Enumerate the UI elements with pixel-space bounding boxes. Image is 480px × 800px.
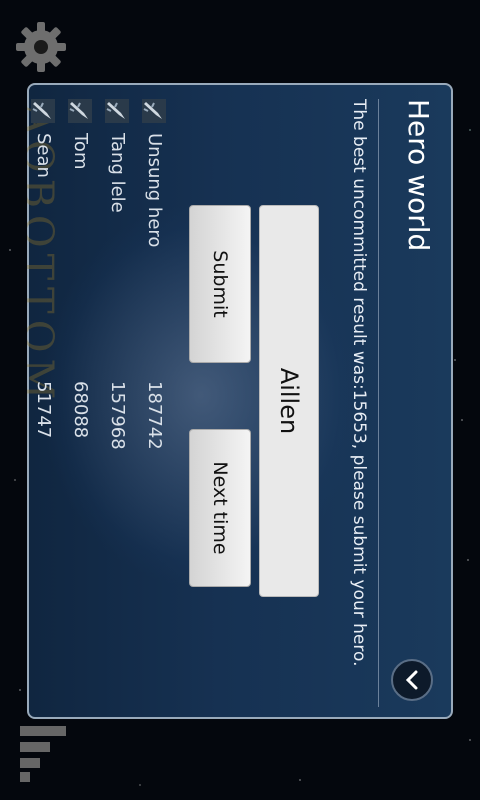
hero-score: 157968	[107, 381, 128, 450]
signal-bars-icon[interactable]	[18, 726, 68, 782]
hero-score: 187742	[144, 381, 165, 450]
settings-gear-icon[interactable]	[14, 20, 68, 74]
ship-icon	[105, 99, 130, 123]
leaderboard-row: Tang lele 157968	[99, 99, 136, 569]
chevron-down-icon	[405, 670, 418, 690]
ship-icon	[31, 99, 56, 123]
hero-name: Unsung hero	[144, 133, 165, 248]
next-time-button[interactable]: Next time	[189, 429, 251, 587]
ship-icon	[142, 99, 167, 123]
hero-name: Tang lele	[107, 133, 128, 213]
leaderboard-row: Sean 51747	[27, 99, 62, 569]
leaderboard-row: Tom 68088	[62, 99, 99, 569]
hero-name: Sean	[33, 133, 54, 178]
hero-world-dialog: AOBOTTOM Hero world The best uncommitted…	[27, 83, 453, 719]
hero-name-input[interactable]: Aillen	[259, 205, 319, 597]
hero-name: Tom	[70, 133, 91, 170]
leaderboard-row: Unsung hero 187742	[136, 99, 173, 569]
hero-score: 68088	[70, 381, 91, 439]
hero-score: 51747	[33, 381, 54, 439]
title-divider	[378, 99, 379, 707]
ship-icon	[68, 99, 93, 123]
collapse-button[interactable]	[391, 659, 433, 701]
dialog-title: Hero world	[402, 99, 435, 252]
submit-button[interactable]: Submit	[189, 205, 251, 363]
result-message: The best uncommitted result was:15653, p…	[349, 99, 369, 667]
leaderboard: Unsung hero 187742 Tang lele 157968 Tom …	[27, 99, 173, 569]
